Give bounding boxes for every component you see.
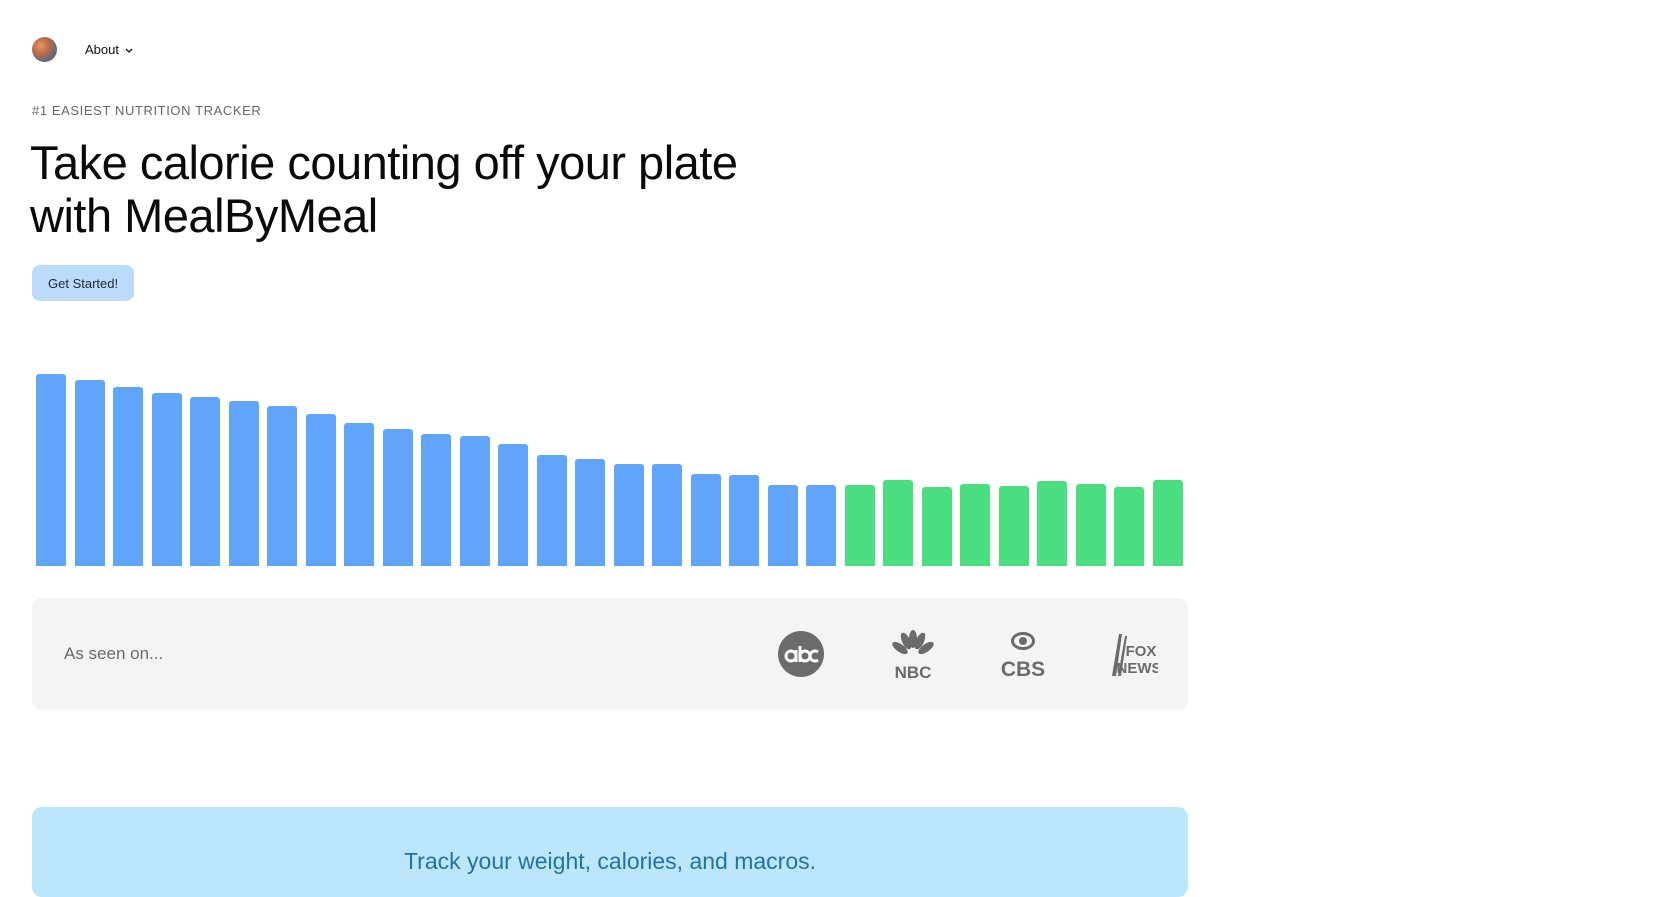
- svg-text:FOX: FOX: [1126, 643, 1157, 660]
- chart-bar: [998, 486, 1029, 566]
- chart-bar: [113, 387, 143, 566]
- chart-bar: [498, 444, 528, 566]
- chart-bar: [844, 485, 875, 566]
- chart-bar: [267, 406, 297, 566]
- chart-bar: [767, 485, 798, 566]
- chart-bar: [921, 487, 952, 566]
- chart-bar: [151, 393, 182, 566]
- chart-bar: [190, 397, 220, 566]
- chart-bar: [960, 484, 990, 566]
- chart-bar: [652, 464, 682, 566]
- chevron-down-icon: [125, 48, 133, 53]
- chart-bar: [536, 455, 567, 566]
- abc-logo-icon: [778, 631, 824, 677]
- chart-bar: [459, 436, 490, 566]
- chart-bar: [883, 480, 913, 566]
- as-seen-on-label: As seen on...: [64, 644, 164, 663]
- chart-bar: [1075, 484, 1106, 566]
- cbs-logo-icon: CBS: [1001, 632, 1045, 680]
- chart-bar: [806, 485, 836, 566]
- svg-text:NBC: NBC: [895, 663, 932, 680]
- top-nav: About: [32, 37, 134, 62]
- features-headline: Track your weight, calories, and macros.: [403, 848, 817, 874]
- hero-eyebrow: #1 EASIEST NUTRITION TRACKER: [32, 103, 262, 118]
- chart-bar: [1152, 480, 1183, 566]
- chart-bar: [305, 414, 336, 566]
- chart-bar: [613, 464, 644, 566]
- about-label: About: [85, 42, 119, 57]
- svg-text:NEWS: NEWS: [1117, 660, 1159, 677]
- get-started-button[interactable]: Get Started!: [32, 265, 135, 301]
- chart-bar: [575, 459, 605, 566]
- hero-headline: Take calorie counting off your plate wit…: [30, 136, 738, 242]
- logo-avatar[interactable]: [32, 37, 57, 62]
- svg-text:CBS: CBS: [1001, 658, 1045, 680]
- chart-bar: [228, 401, 259, 566]
- chart-bar: [344, 423, 374, 566]
- chart-bar: [36, 374, 66, 566]
- nbc-logo-icon: NBC: [892, 630, 934, 680]
- chart-bar: [421, 434, 451, 566]
- chart-bar: [1114, 487, 1144, 566]
- chart-bar: [729, 475, 759, 566]
- chart-bar: [690, 474, 721, 566]
- about-menu[interactable]: About: [85, 42, 134, 57]
- features-banner: Track your weight, calories, and macros.: [32, 807, 1188, 897]
- fox-news-logo-icon: FOX NEWS: [1112, 634, 1159, 677]
- chart-bar: [74, 380, 105, 566]
- calorie-bar-chart: [32, 360, 1188, 566]
- chart-bar: [382, 429, 413, 566]
- as-seen-on-panel: As seen on... NBC CBS FOX NEWS: [32, 598, 1188, 710]
- chart-bar: [1037, 481, 1067, 566]
